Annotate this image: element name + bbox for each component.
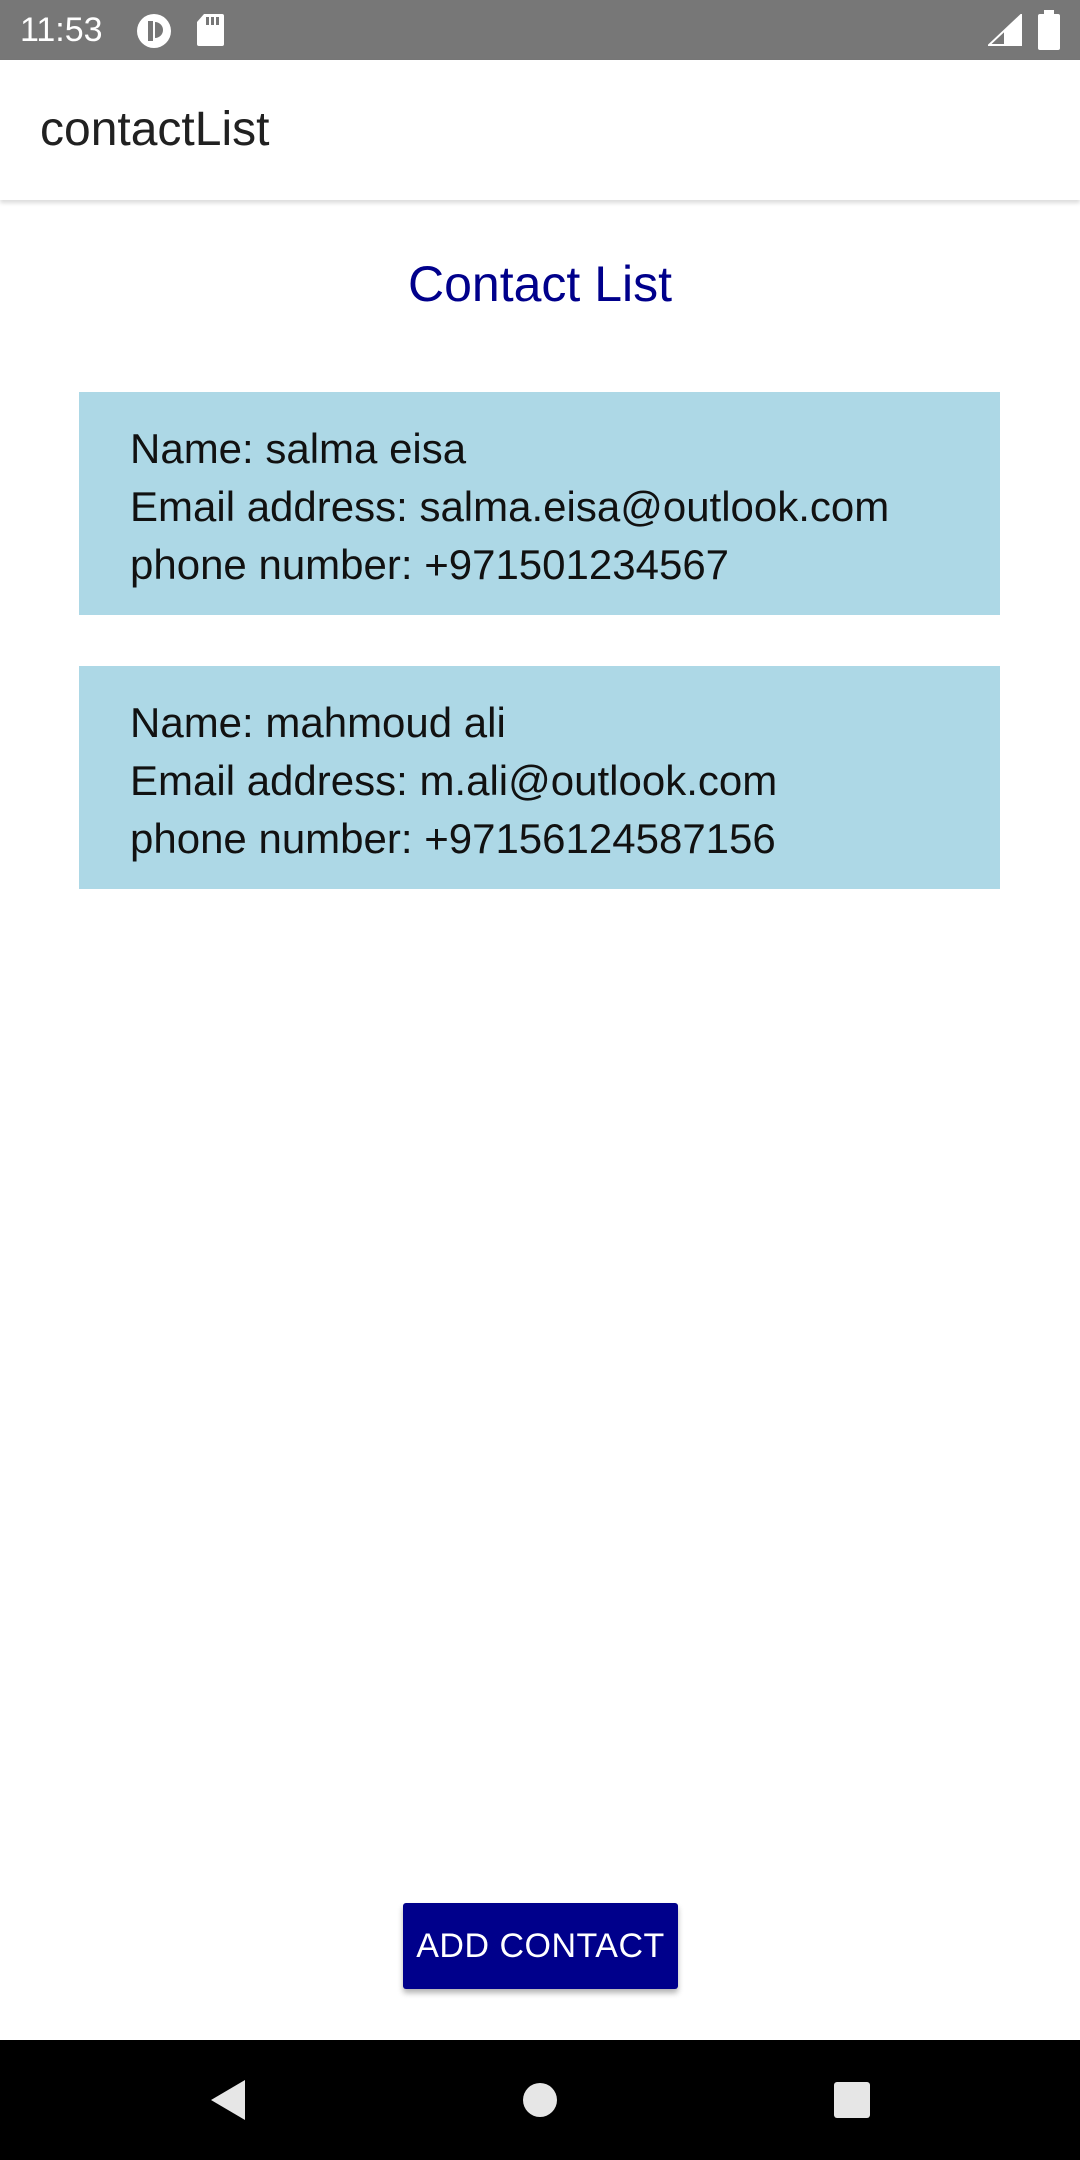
contact-email: Email address: salma.eisa@outlook.com — [130, 483, 890, 530]
app-notification-icon — [137, 14, 171, 48]
contact-phone: phone number: +97156124587156 — [130, 815, 776, 862]
recents-icon — [834, 2082, 870, 2118]
recents-button[interactable] — [792, 2040, 912, 2160]
contact-card[interactable]: Name: mahmoud ali Email address: m.ali@o… — [79, 666, 1000, 889]
back-button[interactable] — [167, 2040, 287, 2160]
page-heading: Contact List — [407, 256, 672, 312]
battery-icon — [1038, 10, 1060, 50]
contact-name: Name: salma eisa — [130, 425, 467, 472]
contact-email: Email address: m.ali@outlook.com — [130, 757, 778, 804]
status-time: 11:53 — [20, 11, 103, 49]
contact-card[interactable]: Name: salma eisa Email address: salma.ei… — [79, 392, 1000, 615]
app-title: contactList — [40, 103, 270, 156]
status-bar: 11:53 — [0, 0, 1080, 60]
sd-card-icon — [197, 14, 224, 46]
home-button[interactable] — [480, 2040, 600, 2160]
signal-icon — [988, 14, 1022, 46]
contact-name: Name: mahmoud ali — [130, 699, 506, 746]
contact-phone: phone number: +971501234567 — [130, 541, 730, 588]
navigation-bar — [0, 2040, 1080, 2160]
back-icon — [211, 2080, 245, 2120]
home-icon — [523, 2083, 557, 2117]
add-contact-button[interactable]: ADD CONTACT — [403, 1903, 678, 1989]
app-bar: contactList — [0, 60, 1080, 200]
